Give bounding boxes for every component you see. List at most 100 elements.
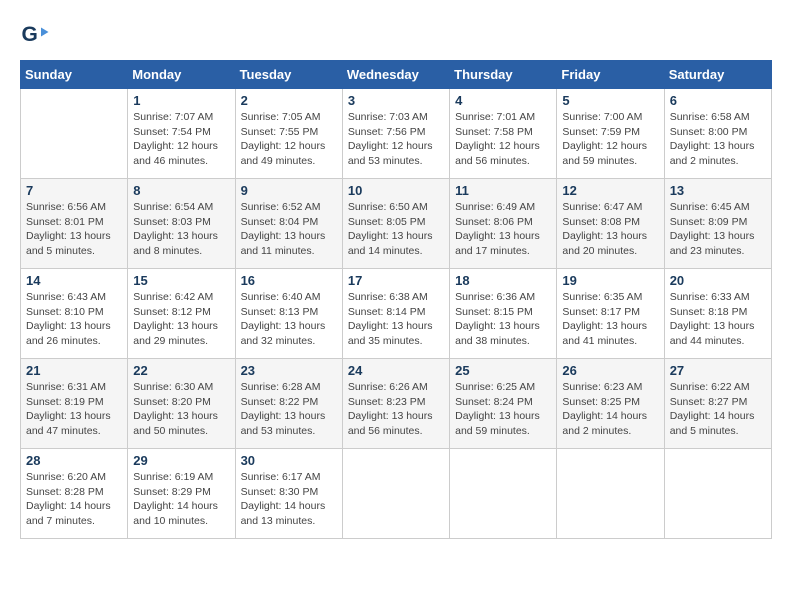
calendar-cell: 3 Sunrise: 7:03 AM Sunset: 7:56 PM Daylig… xyxy=(342,89,449,179)
calendar-cell: 9Sunrise: 6:52 AM Sunset: 8:04 PM Daylig… xyxy=(235,179,342,269)
day-info: Sunrise: 6:26 AM Sunset: 8:23 PM Dayligh… xyxy=(348,380,444,439)
day-info: Sunrise: 6:28 AM Sunset: 8:22 PM Dayligh… xyxy=(241,380,337,439)
day-info: Sunrise: 7:07 AM Sunset: 7:54 PM Dayligh… xyxy=(133,110,229,169)
calendar-cell: 26 Sunrise: 6:23 AM Sunset: 8:25 PM Dayli… xyxy=(557,359,664,449)
calendar-cell xyxy=(342,449,449,539)
header: G xyxy=(20,20,772,50)
day-info: Sunrise: 6:25 AM Sunset: 8:24 PM Dayligh… xyxy=(455,380,551,439)
day-number: 17 xyxy=(348,273,444,288)
day-info: Sunrise: 6:56 AM Sunset: 8:01 PM Dayligh… xyxy=(26,200,122,259)
day-info: Sunrise: 6:50 AM Sunset: 8:05 PM Dayligh… xyxy=(348,200,444,259)
day-number: 24 xyxy=(348,363,444,378)
calendar-cell: 17 Sunrise: 6:38 AM Sunset: 8:14 PM Dayli… xyxy=(342,269,449,359)
day-number: 13 xyxy=(670,183,766,198)
calendar-table: SundayMondayTuesdayWednesdayThursdayFrid… xyxy=(20,60,772,539)
day-info: Sunrise: 6:54 AM Sunset: 8:03 PM Dayligh… xyxy=(133,200,229,259)
day-number: 25 xyxy=(455,363,551,378)
day-info: Sunrise: 6:19 AM Sunset: 8:29 PM Dayligh… xyxy=(133,470,229,529)
day-info: Sunrise: 6:49 AM Sunset: 8:06 PM Dayligh… xyxy=(455,200,551,259)
header-row: SundayMondayTuesdayWednesdayThursdayFrid… xyxy=(21,61,772,89)
calendar-cell: 21 Sunrise: 6:31 AM Sunset: 8:19 PM Dayli… xyxy=(21,359,128,449)
calendar-cell: 1 Sunrise: 7:07 AM Sunset: 7:54 PM Daylig… xyxy=(128,89,235,179)
day-header-sunday: Sunday xyxy=(21,61,128,89)
calendar-cell: 4Sunrise: 7:01 AM Sunset: 7:58 PM Daylig… xyxy=(450,89,557,179)
day-number: 16 xyxy=(241,273,337,288)
day-info: Sunrise: 6:30 AM Sunset: 8:20 PM Dayligh… xyxy=(133,380,229,439)
day-number: 27 xyxy=(670,363,766,378)
day-number: 29 xyxy=(133,453,229,468)
day-info: Sunrise: 6:35 AM Sunset: 8:17 PM Dayligh… xyxy=(562,290,658,349)
calendar-cell: 24 Sunrise: 6:26 AM Sunset: 8:23 PM Dayli… xyxy=(342,359,449,449)
day-number: 15 xyxy=(133,273,229,288)
day-number: 19 xyxy=(562,273,658,288)
calendar-cell: 12Sunrise: 6:47 AM Sunset: 8:08 PM Dayli… xyxy=(557,179,664,269)
day-number: 21 xyxy=(26,363,122,378)
day-info: Sunrise: 6:22 AM Sunset: 8:27 PM Dayligh… xyxy=(670,380,766,439)
day-info: Sunrise: 7:05 AM Sunset: 7:55 PM Dayligh… xyxy=(241,110,337,169)
day-info: Sunrise: 6:23 AM Sunset: 8:25 PM Dayligh… xyxy=(562,380,658,439)
day-header-wednesday: Wednesday xyxy=(342,61,449,89)
calendar-cell: 27 Sunrise: 6:22 AM Sunset: 8:27 PM Dayli… xyxy=(664,359,771,449)
calendar-cell: 28 Sunrise: 6:20 AM Sunset: 8:28 PM Dayli… xyxy=(21,449,128,539)
calendar-cell: 16 Sunrise: 6:40 AM Sunset: 8:13 PM Dayli… xyxy=(235,269,342,359)
day-info: Sunrise: 7:00 AM Sunset: 7:59 PM Dayligh… xyxy=(562,110,658,169)
week-row-4: 21 Sunrise: 6:31 AM Sunset: 8:19 PM Dayli… xyxy=(21,359,772,449)
day-header-monday: Monday xyxy=(128,61,235,89)
calendar-cell xyxy=(450,449,557,539)
day-info: Sunrise: 6:38 AM Sunset: 8:14 PM Dayligh… xyxy=(348,290,444,349)
calendar-cell: 10 Sunrise: 6:50 AM Sunset: 8:05 PM Dayli… xyxy=(342,179,449,269)
calendar-cell: 14 Sunrise: 6:43 AM Sunset: 8:10 PM Dayli… xyxy=(21,269,128,359)
day-number: 28 xyxy=(26,453,122,468)
day-number: 1 xyxy=(133,93,229,108)
day-number: 8 xyxy=(133,183,229,198)
calendar-cell: 19 Sunrise: 6:35 AM Sunset: 8:17 PM Dayli… xyxy=(557,269,664,359)
logo: G xyxy=(20,20,54,50)
day-info: Sunrise: 6:31 AM Sunset: 8:19 PM Dayligh… xyxy=(26,380,122,439)
day-number: 22 xyxy=(133,363,229,378)
day-info: Sunrise: 7:03 AM Sunset: 7:56 PM Dayligh… xyxy=(348,110,444,169)
day-info: Sunrise: 6:33 AM Sunset: 8:18 PM Dayligh… xyxy=(670,290,766,349)
week-row-3: 14 Sunrise: 6:43 AM Sunset: 8:10 PM Dayli… xyxy=(21,269,772,359)
calendar-cell: 29 Sunrise: 6:19 AM Sunset: 8:29 PM Dayli… xyxy=(128,449,235,539)
day-header-tuesday: Tuesday xyxy=(235,61,342,89)
calendar-cell: 5 Sunrise: 7:00 AM Sunset: 7:59 PM Daylig… xyxy=(557,89,664,179)
calendar-cell xyxy=(21,89,128,179)
day-number: 10 xyxy=(348,183,444,198)
day-info: Sunrise: 6:42 AM Sunset: 8:12 PM Dayligh… xyxy=(133,290,229,349)
day-number: 23 xyxy=(241,363,337,378)
day-info: Sunrise: 6:20 AM Sunset: 8:28 PM Dayligh… xyxy=(26,470,122,529)
day-number: 14 xyxy=(26,273,122,288)
week-row-2: 7 Sunrise: 6:56 AM Sunset: 8:01 PM Daylig… xyxy=(21,179,772,269)
calendar-cell xyxy=(557,449,664,539)
day-number: 18 xyxy=(455,273,551,288)
day-number: 3 xyxy=(348,93,444,108)
week-row-1: 1 Sunrise: 7:07 AM Sunset: 7:54 PM Daylig… xyxy=(21,89,772,179)
calendar-cell: 30 Sunrise: 6:17 AM Sunset: 8:30 PM Dayli… xyxy=(235,449,342,539)
calendar-cell: 2 Sunrise: 7:05 AM Sunset: 7:55 PM Daylig… xyxy=(235,89,342,179)
calendar-cell: 20 Sunrise: 6:33 AM Sunset: 8:18 PM Dayli… xyxy=(664,269,771,359)
day-info: Sunrise: 6:43 AM Sunset: 8:10 PM Dayligh… xyxy=(26,290,122,349)
calendar-cell: 18 Sunrise: 6:36 AM Sunset: 8:15 PM Dayli… xyxy=(450,269,557,359)
day-info: Sunrise: 6:40 AM Sunset: 8:13 PM Dayligh… xyxy=(241,290,337,349)
day-header-saturday: Saturday xyxy=(664,61,771,89)
day-number: 20 xyxy=(670,273,766,288)
calendar-cell: 13Sunrise: 6:45 AM Sunset: 8:09 PM Dayli… xyxy=(664,179,771,269)
day-number: 7 xyxy=(26,183,122,198)
day-number: 5 xyxy=(562,93,658,108)
day-number: 4 xyxy=(455,93,551,108)
day-info: Sunrise: 6:52 AM Sunset: 8:04 PM Dayligh… xyxy=(241,200,337,259)
day-info: Sunrise: 6:58 AM Sunset: 8:00 PM Dayligh… xyxy=(670,110,766,169)
calendar-cell: 22 Sunrise: 6:30 AM Sunset: 8:20 PM Dayli… xyxy=(128,359,235,449)
day-info: Sunrise: 6:36 AM Sunset: 8:15 PM Dayligh… xyxy=(455,290,551,349)
day-header-thursday: Thursday xyxy=(450,61,557,89)
calendar-cell: 11Sunrise: 6:49 AM Sunset: 8:06 PM Dayli… xyxy=(450,179,557,269)
calendar-cell: 23 Sunrise: 6:28 AM Sunset: 8:22 PM Dayli… xyxy=(235,359,342,449)
calendar-cell: 15 Sunrise: 6:42 AM Sunset: 8:12 PM Dayli… xyxy=(128,269,235,359)
calendar-cell: 8 Sunrise: 6:54 AM Sunset: 8:03 PM Daylig… xyxy=(128,179,235,269)
calendar-cell xyxy=(664,449,771,539)
day-number: 6 xyxy=(670,93,766,108)
day-number: 30 xyxy=(241,453,337,468)
day-number: 2 xyxy=(241,93,337,108)
day-number: 26 xyxy=(562,363,658,378)
day-info: Sunrise: 6:17 AM Sunset: 8:30 PM Dayligh… xyxy=(241,470,337,529)
